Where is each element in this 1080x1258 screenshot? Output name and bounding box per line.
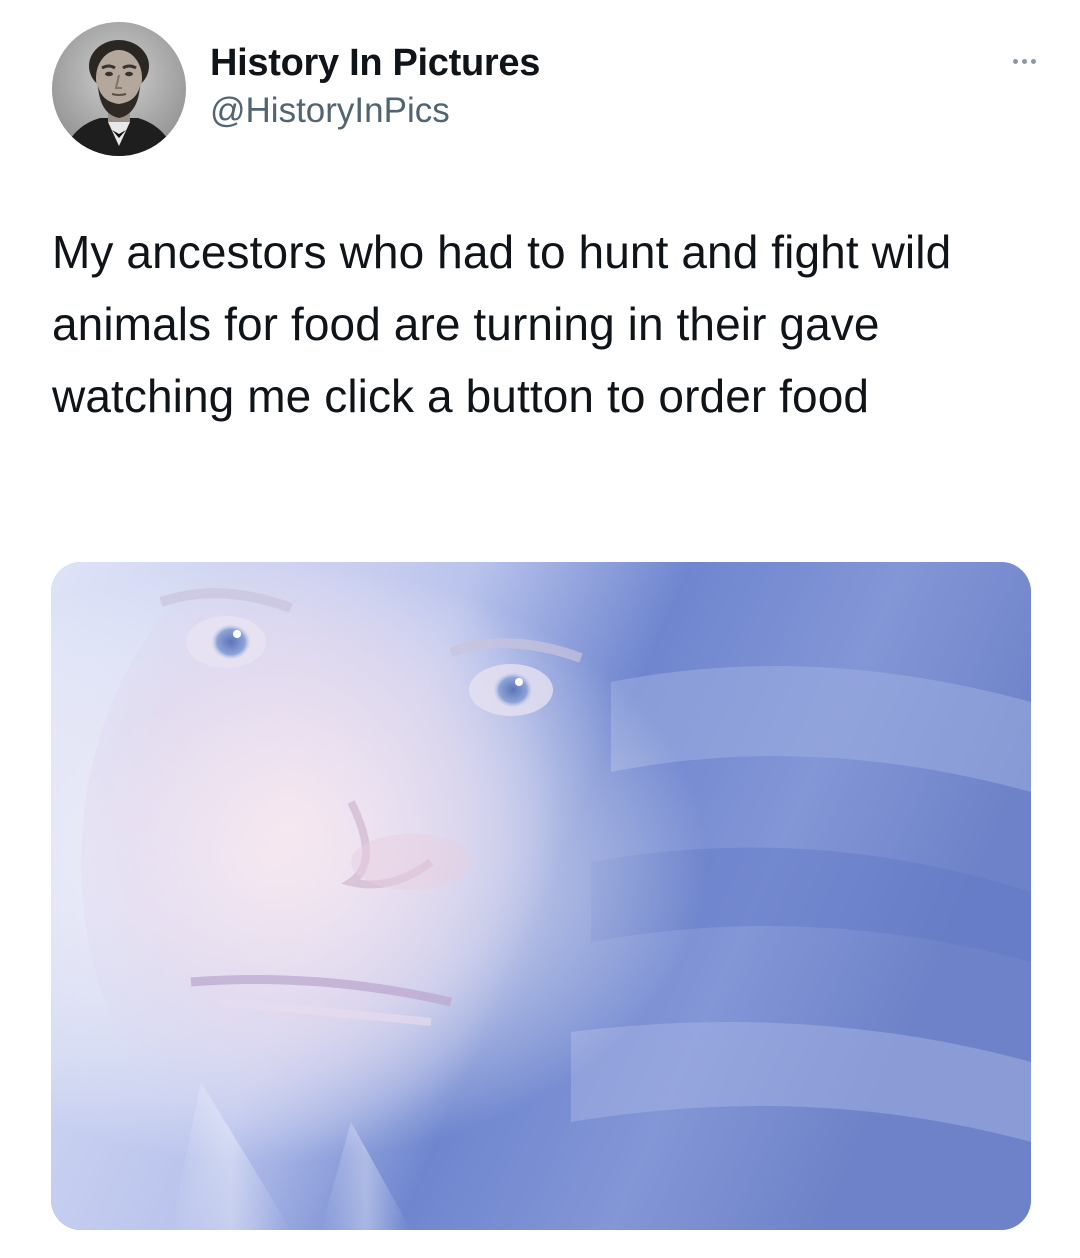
author-handle[interactable]: @HistoryInPics — [210, 90, 540, 132]
tweet-text: My ancestors who had to hunt and fight w… — [52, 226, 952, 422]
more-dot — [1021, 58, 1027, 64]
tweet-media-image[interactable] — [51, 562, 1031, 1230]
author-avatar[interactable] — [52, 22, 186, 156]
more-dot — [1012, 58, 1018, 64]
tweet-card: History In Pictures @HistoryInPics My an… — [0, 0, 1080, 1258]
author-info: History In Pictures @HistoryInPics — [210, 40, 540, 132]
author-display-name[interactable]: History In Pictures — [210, 40, 540, 86]
more-dot — [1030, 58, 1036, 64]
more-options-icon[interactable] — [1004, 46, 1044, 76]
